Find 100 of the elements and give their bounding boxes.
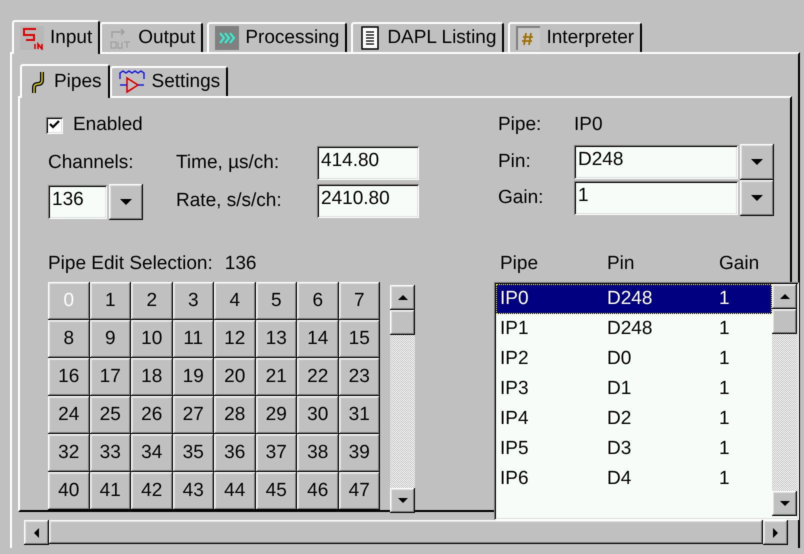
pipe-cell-text: IP5	[500, 438, 530, 460]
scroll-down-button[interactable]	[390, 488, 415, 513]
dropdown-button[interactable]	[740, 180, 774, 216]
grid-cell[interactable]: 30	[297, 396, 338, 434]
grid-cell[interactable]: 46	[297, 472, 338, 510]
grid-cell[interactable]: 3	[172, 282, 214, 320]
time-field[interactable]: 414.80	[317, 146, 419, 180]
list-row[interactable]: IP3 D1 1	[496, 374, 772, 404]
grid-cell[interactable]: 29	[256, 396, 297, 434]
grid-cell[interactable]: 14	[297, 320, 338, 358]
column-header: Pipe	[500, 253, 540, 275]
grid-cell[interactable]: 45	[256, 472, 297, 510]
grid-cell[interactable]: 41	[90, 472, 131, 510]
grid-cell[interactable]: 34	[131, 434, 172, 472]
grid-cell[interactable]: 27	[172, 396, 214, 434]
grid-cell[interactable]: 23	[338, 358, 380, 396]
pin-label: Pin:	[498, 151, 532, 173]
tab[interactable]: Input	[12, 20, 100, 54]
grid-cell[interactable]: 28	[214, 396, 256, 434]
gain-cell-text: 1	[719, 438, 731, 460]
grid-cell[interactable]: 24	[48, 396, 90, 434]
grid-cell[interactable]: 36	[214, 434, 256, 472]
pipe-cell-text: IP6	[500, 468, 530, 490]
grid-cell[interactable]: 43	[172, 472, 214, 510]
grid-cell[interactable]: 8	[48, 320, 90, 358]
selection-label: Pipe Edit Selection:	[48, 253, 213, 275]
grid-cell[interactable]: 44	[214, 472, 256, 510]
grid-cell[interactable]: 19	[172, 358, 214, 396]
tab[interactable]: DAPL Listing	[351, 22, 504, 52]
pin-cell-text: D2	[607, 408, 632, 430]
pin-cell-text: D4	[607, 468, 632, 490]
grid-cell[interactable]: 20	[214, 358, 256, 396]
pin-cell-text: D0	[607, 348, 632, 370]
grid-cell[interactable]: 22	[297, 358, 338, 396]
scroll-left-button[interactable]	[24, 520, 49, 545]
rate-field[interactable]: 2410.80	[317, 184, 419, 218]
grid-cell[interactable]: 35	[172, 434, 214, 472]
gain-cell-text: 1	[719, 468, 731, 490]
grid-cell[interactable]: 31	[338, 396, 380, 434]
grid-cell[interactable]: 12	[214, 320, 256, 358]
gain-cell-text: 1	[719, 408, 731, 430]
grid-cell[interactable]: 16	[48, 358, 90, 396]
grid-cell[interactable]: 18	[131, 358, 172, 396]
dropdown-button[interactable]	[109, 184, 143, 220]
tab[interactable]: Pipes	[20, 64, 110, 98]
scroll-down-button[interactable]	[772, 491, 797, 516]
pipe-label: Pipe:	[498, 114, 542, 136]
grid-cell[interactable]: 33	[90, 434, 131, 472]
tab[interactable]: Interpreter	[508, 22, 642, 52]
grid-cell[interactable]: 32	[48, 434, 90, 472]
grid-cell[interactable]: 5	[256, 282, 297, 320]
list-row[interactable]: IP4 D2 1	[496, 404, 772, 434]
time-label: Time, µs/ch:	[176, 152, 280, 174]
grid-cell[interactable]: 4	[214, 282, 256, 320]
grid-cell[interactable]: 39	[338, 434, 380, 472]
column-header: Gain	[719, 253, 760, 275]
grid-cell[interactable]: 42	[131, 472, 172, 510]
list-row[interactable]: IP1 D248 1	[496, 314, 772, 344]
scroll-thumb[interactable]	[772, 309, 797, 334]
pin-cell-text: D248	[607, 288, 654, 310]
scroll-up-button[interactable]	[772, 284, 797, 309]
tab[interactable]: Output	[100, 22, 204, 52]
grid-cell[interactable]: 10	[131, 320, 172, 358]
tab[interactable]: Settings	[110, 66, 228, 96]
tab[interactable]: Processing	[207, 22, 348, 52]
grid-cell[interactable]: 9	[90, 320, 131, 358]
column-header: Pin	[607, 253, 636, 275]
scrollbar[interactable]	[772, 284, 797, 516]
dropdown-button[interactable]	[740, 144, 774, 180]
grid-cell[interactable]: 25	[90, 396, 131, 434]
grid-cell[interactable]: 21	[256, 358, 297, 396]
list-row[interactable]: IP2 D0 1	[496, 344, 772, 374]
list-row[interactable]: IP5 D3 1	[496, 434, 772, 464]
grid-cell[interactable]: 1	[90, 282, 131, 320]
grid-cell[interactable]: 13	[256, 320, 297, 358]
scroll-up-button[interactable]	[390, 285, 415, 310]
pin-cell-text: D248	[607, 318, 654, 340]
channels-field[interactable]: 136	[48, 185, 107, 219]
pin-cell-text: D1	[607, 378, 632, 400]
grid-cell[interactable]: 11	[172, 320, 214, 358]
list-row[interactable]: IP6 D4 1	[496, 464, 772, 494]
pin-field[interactable]: D248	[574, 145, 738, 179]
scroll-thumb[interactable]	[390, 310, 415, 335]
grid-cell[interactable]: 26	[131, 396, 172, 434]
grid-cell[interactable]: 15	[338, 320, 380, 358]
grid-cell[interactable]: 7	[338, 282, 380, 320]
grid-cell[interactable]: 17	[90, 358, 131, 396]
scrollbar[interactable]	[390, 285, 415, 513]
grid-cell[interactable]: 40	[48, 472, 90, 510]
pin-cell-text: D3	[607, 438, 632, 460]
gain-field[interactable]: 1	[574, 181, 738, 215]
grid-cell[interactable]: 38	[297, 434, 338, 472]
pipe-cell-text: IP2	[500, 348, 530, 370]
checkbox[interactable]	[46, 116, 63, 134]
list-row[interactable]: IP0 D248 1	[496, 284, 772, 314]
scroll-right-button[interactable]	[763, 520, 788, 545]
grid-cell[interactable]: 47	[338, 472, 380, 510]
grid-cell[interactable]: 6	[297, 282, 338, 320]
grid-cell[interactable]: 37	[256, 434, 297, 472]
grid-cell[interactable]: 2	[131, 282, 172, 320]
